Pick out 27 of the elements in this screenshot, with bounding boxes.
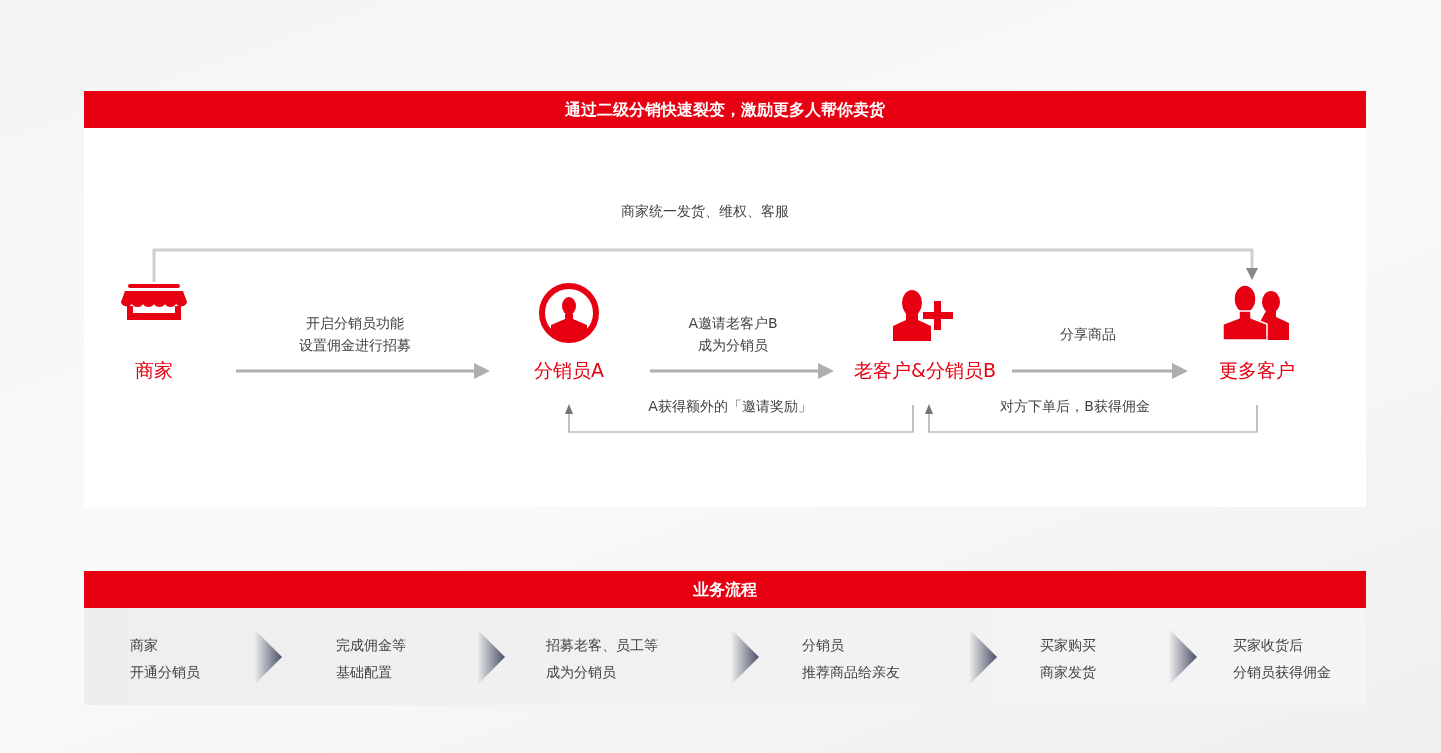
process-step-text: 买家收货后 分销员获得佣金 — [1233, 636, 1331, 682]
chevron-right-icon — [477, 629, 505, 685]
chevron-right-icon — [731, 629, 759, 685]
process-step-text: 完成佣金等 基础配置 — [336, 636, 406, 682]
add-user-icon — [893, 288, 955, 341]
reward-label: A获得额外的「邀请奖励」 — [648, 398, 812, 416]
user-avatar-icon — [539, 283, 599, 343]
process-step-text: 招募老客、员工等 成为分销员 — [546, 636, 658, 682]
user-group-icon — [1223, 285, 1291, 340]
node-label: 分销员A — [534, 358, 604, 383]
chevron-right-icon — [969, 629, 997, 685]
chevron-right-icon — [1169, 629, 1197, 685]
process-step-text: 商家 开通分销员 — [130, 636, 200, 682]
section-title-bar: 通过二级分销快速裂变，激励更多人帮你卖货 — [84, 91, 1366, 128]
process-step-text: 买家购买 商家发货 — [1040, 636, 1096, 682]
arrow-label: 分享商品 — [1060, 325, 1116, 344]
storefront-icon — [121, 284, 187, 320]
delivery-label: 商家统一发货、维权、客服 — [621, 203, 789, 221]
reward-label: 对方下单后，B获得佣金 — [1000, 398, 1150, 416]
arrow-label: A邀请老客户B 成为分销员 — [688, 314, 778, 355]
chevron-right-icon — [254, 629, 282, 685]
arrow-label: 开启分销员功能 设置佣金进行招募 — [299, 314, 411, 355]
node-label: 老客户&分销员B — [854, 358, 996, 383]
section-title-bar: 业务流程 — [84, 571, 1366, 608]
node-label: 更多客户 — [1219, 358, 1295, 383]
process-step-text: 分销员 推荐商品给亲友 — [802, 636, 900, 682]
node-label: 商家 — [135, 358, 173, 383]
